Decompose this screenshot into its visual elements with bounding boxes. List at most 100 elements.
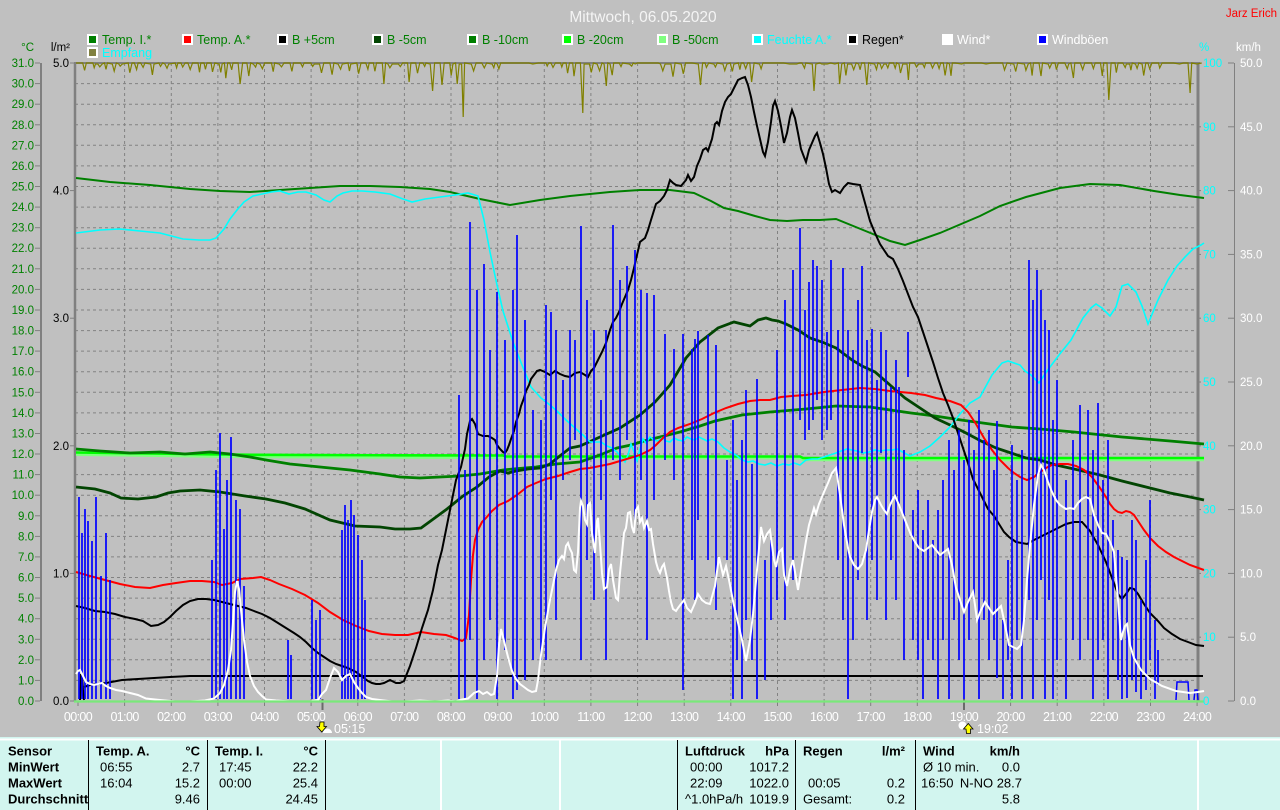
svg-text:00:05: 00:05 xyxy=(808,776,841,791)
svg-text:Ø 10 min.: Ø 10 min. xyxy=(923,760,979,775)
svg-text:°C: °C xyxy=(185,744,200,759)
svg-text:9.46: 9.46 xyxy=(175,792,200,807)
svg-text:0.2: 0.2 xyxy=(887,776,905,791)
svg-text:4.0: 4.0 xyxy=(18,614,34,626)
svg-text:12:00: 12:00 xyxy=(623,710,652,724)
svg-text:14:00: 14:00 xyxy=(717,710,746,724)
svg-text:22.2: 22.2 xyxy=(293,760,318,775)
svg-text:20.0: 20.0 xyxy=(1240,441,1262,453)
svg-text:14.0: 14.0 xyxy=(12,408,34,420)
svg-text:3.0: 3.0 xyxy=(18,634,34,646)
svg-text:°C: °C xyxy=(21,42,34,54)
svg-text:24.0: 24.0 xyxy=(12,202,34,214)
svg-text:07:00: 07:00 xyxy=(390,710,419,724)
svg-text:60: 60 xyxy=(1203,313,1216,325)
svg-text:24:00: 24:00 xyxy=(1183,710,1212,724)
svg-text:31.0: 31.0 xyxy=(12,58,34,70)
svg-text:5.0: 5.0 xyxy=(1240,632,1256,644)
svg-text:N-NO 28.7: N-NO 28.7 xyxy=(960,776,1022,791)
svg-text:10.0: 10.0 xyxy=(1240,568,1262,580)
svg-text:03:00: 03:00 xyxy=(204,710,233,724)
svg-text:35.0: 35.0 xyxy=(1240,249,1262,261)
svg-text:5.0: 5.0 xyxy=(53,58,69,70)
svg-text:Feuchte A.*: Feuchte A.* xyxy=(767,33,832,47)
svg-text:05:00: 05:00 xyxy=(297,710,326,724)
svg-text:^1.0hPa/h: ^1.0hPa/h xyxy=(685,792,743,807)
svg-text:18.0: 18.0 xyxy=(12,326,34,338)
svg-text:km/h: km/h xyxy=(1236,42,1261,54)
svg-text:Gesamt:: Gesamt: xyxy=(803,792,852,807)
svg-text:0.0: 0.0 xyxy=(18,696,34,708)
svg-text:0: 0 xyxy=(1203,696,1209,708)
svg-text:11.0: 11.0 xyxy=(12,470,34,482)
svg-text:MinWert: MinWert xyxy=(8,760,60,775)
svg-text:6.0: 6.0 xyxy=(18,573,34,585)
svg-text:27.0: 27.0 xyxy=(12,140,34,152)
svg-text:10.0: 10.0 xyxy=(12,490,34,502)
svg-text:0.0: 0.0 xyxy=(1002,760,1020,775)
svg-text:Regen*: Regen* xyxy=(862,33,904,47)
svg-text:l/m²: l/m² xyxy=(882,744,906,759)
svg-text:20: 20 xyxy=(1203,568,1216,580)
svg-text:0.0: 0.0 xyxy=(1240,696,1256,708)
svg-text:19:02: 19:02 xyxy=(977,722,1008,736)
svg-text:2.0: 2.0 xyxy=(18,655,34,667)
svg-text:19:00: 19:00 xyxy=(950,710,979,724)
svg-text:Temp. A.*: Temp. A.* xyxy=(197,33,251,47)
svg-text:Sensor: Sensor xyxy=(8,744,52,759)
svg-text:16:00: 16:00 xyxy=(810,710,839,724)
svg-text:22:09: 22:09 xyxy=(690,776,723,791)
svg-text:50.0: 50.0 xyxy=(1240,58,1262,70)
svg-text:10:00: 10:00 xyxy=(530,710,559,724)
svg-text:4.0: 4.0 xyxy=(53,186,69,198)
svg-text:08:00: 08:00 xyxy=(437,710,466,724)
svg-text:70: 70 xyxy=(1203,249,1216,261)
svg-text:25.0: 25.0 xyxy=(1240,377,1262,389)
svg-text:21:00: 21:00 xyxy=(1043,710,1072,724)
svg-text:l/m²: l/m² xyxy=(51,42,70,54)
svg-text:B -10cm: B -10cm xyxy=(482,33,529,47)
svg-text:%: % xyxy=(1199,42,1209,54)
svg-text:22:00: 22:00 xyxy=(1090,710,1119,724)
svg-text:B +5cm: B +5cm xyxy=(292,33,335,47)
svg-text:90: 90 xyxy=(1203,122,1216,134)
svg-text:25.4: 25.4 xyxy=(293,776,318,791)
svg-text:02:00: 02:00 xyxy=(157,710,186,724)
svg-text:29.0: 29.0 xyxy=(12,99,34,111)
svg-text:3.0: 3.0 xyxy=(53,313,69,325)
svg-text:45.0: 45.0 xyxy=(1240,122,1262,134)
svg-text:13.0: 13.0 xyxy=(12,428,34,440)
svg-text:30.0: 30.0 xyxy=(1240,313,1262,325)
svg-text:9.0: 9.0 xyxy=(18,511,34,523)
svg-text:09:00: 09:00 xyxy=(484,710,513,724)
svg-text:°C: °C xyxy=(303,744,318,759)
svg-text:12.0: 12.0 xyxy=(12,449,34,461)
svg-text:Windböen: Windböen xyxy=(1052,33,1108,47)
svg-text:km/h: km/h xyxy=(990,744,1020,759)
svg-text:17:00: 17:00 xyxy=(857,710,886,724)
svg-text:2.0: 2.0 xyxy=(53,441,69,453)
svg-text:15.0: 15.0 xyxy=(12,387,34,399)
svg-text:15.2: 15.2 xyxy=(175,776,200,791)
svg-text:10: 10 xyxy=(1203,632,1216,644)
svg-text:B -20cm: B -20cm xyxy=(577,33,624,47)
svg-text:7.0: 7.0 xyxy=(18,552,34,564)
svg-text:17:45: 17:45 xyxy=(219,760,252,775)
svg-text:04:00: 04:00 xyxy=(250,710,279,724)
svg-text:Durchschnitt: Durchschnitt xyxy=(8,792,89,807)
svg-text:25.0: 25.0 xyxy=(12,182,34,194)
svg-text:30: 30 xyxy=(1203,505,1216,517)
svg-text:0.0: 0.0 xyxy=(53,696,69,708)
svg-text:11:00: 11:00 xyxy=(577,710,605,724)
svg-text:100: 100 xyxy=(1203,58,1222,70)
svg-text:21.0: 21.0 xyxy=(12,264,34,276)
svg-text:15:00: 15:00 xyxy=(763,710,792,724)
svg-text:1017.2: 1017.2 xyxy=(749,760,789,775)
svg-text:16.0: 16.0 xyxy=(12,367,34,379)
svg-text:00:00: 00:00 xyxy=(690,760,723,775)
svg-text:Temp. I.: Temp. I. xyxy=(215,744,263,759)
svg-text:Jarz Erich: Jarz Erich xyxy=(1226,8,1277,20)
svg-text:Wind: Wind xyxy=(923,744,955,759)
svg-text:Temp. A.: Temp. A. xyxy=(96,744,149,759)
svg-text:B -50cm: B -50cm xyxy=(672,33,719,47)
